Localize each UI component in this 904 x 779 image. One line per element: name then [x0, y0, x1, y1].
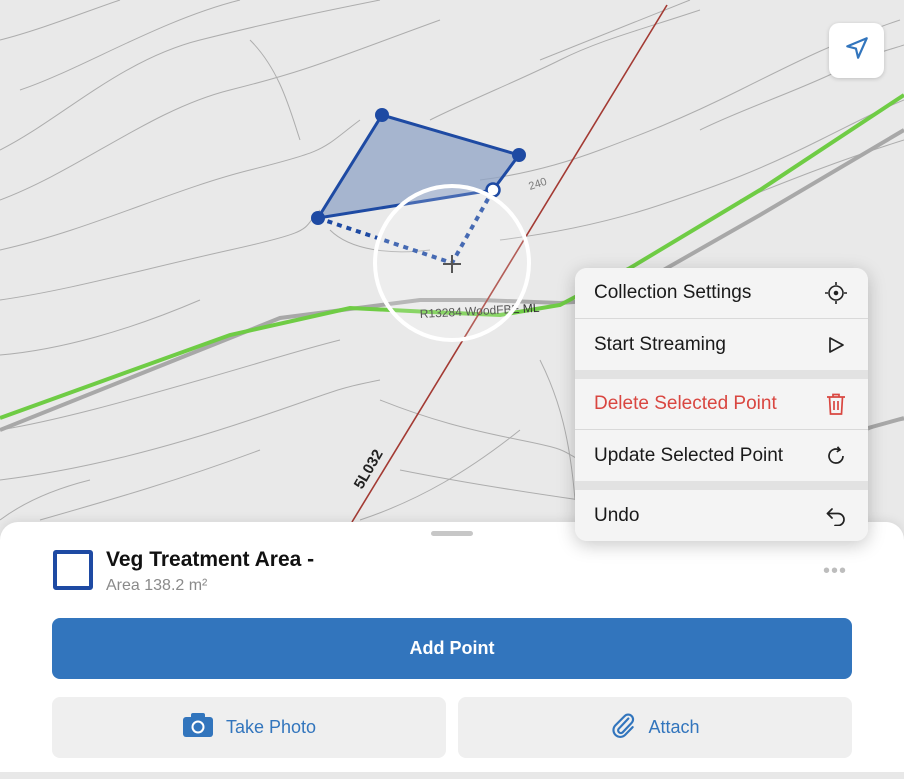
bottom-edge — [0, 772, 904, 779]
menu-item-delete-selected-point[interactable]: Delete Selected Point — [575, 379, 868, 430]
menu-item-label: Collection Settings — [594, 282, 752, 303]
add-point-label: Add Point — [409, 638, 495, 658]
menu-item-label: Undo — [594, 504, 640, 526]
refresh-icon — [824, 444, 848, 468]
menu-separator — [575, 370, 868, 379]
feature-title: Veg Treatment Area - — [106, 548, 315, 571]
menu-separator — [575, 481, 868, 490]
attach-button[interactable]: Attach — [458, 697, 852, 758]
trash-icon — [824, 392, 848, 416]
menu-item-update-selected-point[interactable]: Update Selected Point — [575, 430, 868, 481]
take-photo-label: Take Photo — [225, 717, 317, 737]
locate-me-button[interactable] — [829, 23, 884, 78]
vertex-point[interactable] — [311, 211, 325, 225]
paperclip-icon — [610, 711, 636, 744]
camera-icon — [182, 712, 214, 743]
menu-item-label: Update Selected Point — [594, 444, 784, 466]
menu-item-undo[interactable]: Undo — [575, 490, 868, 541]
add-point-button[interactable]: Add Point — [52, 618, 852, 679]
sheet-grabber[interactable] — [431, 531, 473, 536]
menu-item-start-streaming[interactable]: Start Streaming — [575, 319, 868, 370]
navigation-arrow-icon — [844, 35, 870, 66]
play-icon — [824, 333, 848, 357]
undo-icon — [824, 504, 848, 528]
vertex-point[interactable] — [375, 108, 389, 122]
feature-area: Area 138.2 m² — [106, 577, 208, 594]
more-options-button[interactable]: ••• — [823, 561, 847, 581]
satellite-settings-icon — [824, 281, 848, 305]
menu-item-collection-settings[interactable]: Collection Settings — [575, 268, 868, 319]
vertex-point[interactable] — [512, 148, 526, 162]
menu-item-label: Delete Selected Point — [594, 393, 777, 414]
feature-sheet: Veg Treatment Area - Area 138.2 m² ••• A… — [0, 522, 904, 779]
collection-context-menu: Collection Settings Start Streaming Dele… — [575, 268, 868, 541]
take-photo-button[interactable]: Take Photo — [52, 697, 446, 758]
menu-item-label: Start Streaming — [594, 333, 726, 355]
attach-label: Attach — [648, 717, 700, 737]
polygon-feature-icon — [53, 550, 93, 590]
